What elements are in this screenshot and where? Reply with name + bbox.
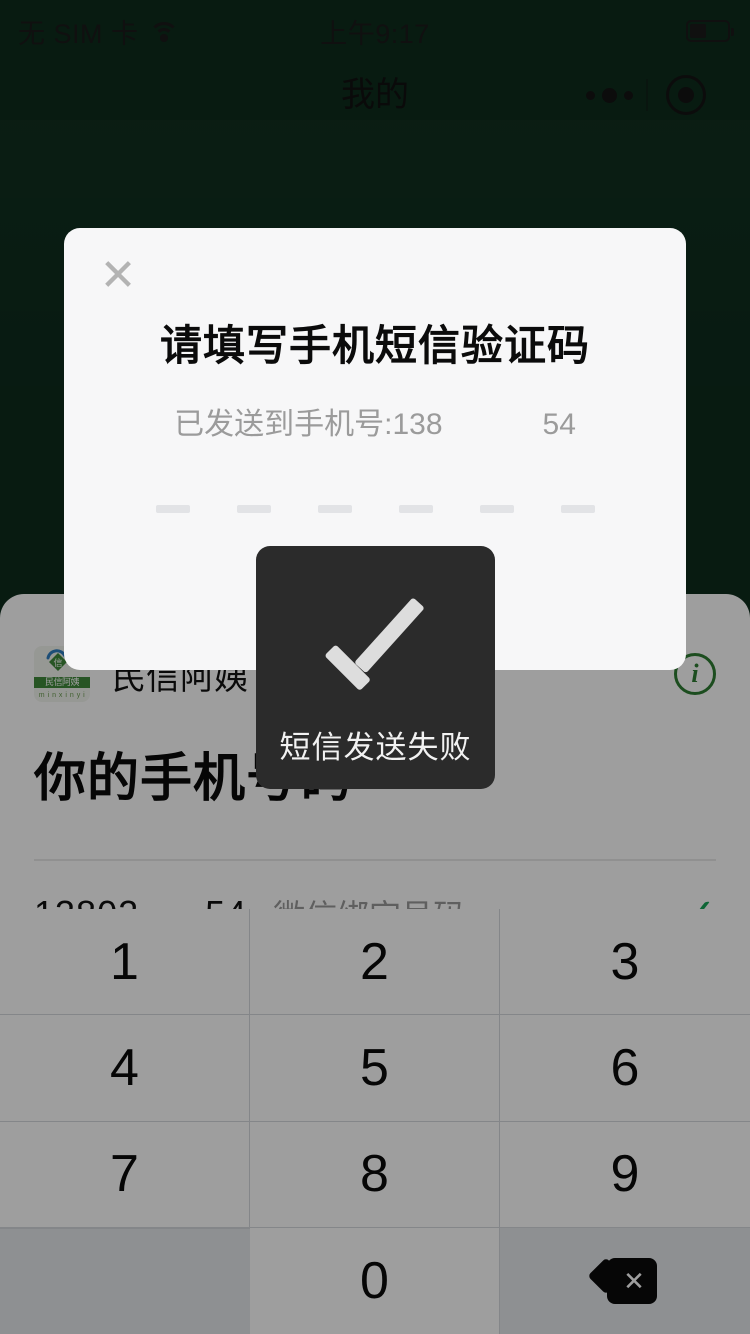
app-screen: 无 SIM 卡 上午9:17 我的 信 民信阿姨 m i n x i n y i… [0,0,750,1334]
toast-message: 短信发送失败 [279,730,472,765]
sms-modal-title: 请填写手机短信验证码 [159,322,590,369]
code-slot-4[interactable] [398,505,433,513]
code-slot-2[interactable] [236,505,271,513]
sms-modal-subtitle: 已发送到手机号:138 54 [174,408,576,441]
code-slot-1[interactable] [155,505,190,513]
check-mark-icon [316,584,436,704]
code-slot-3[interactable] [317,505,352,513]
close-x-icon[interactable]: ✕ [90,248,146,304]
verification-code-input[interactable] [64,505,686,513]
code-slot-5[interactable] [479,505,514,513]
toast-notification: 短信发送失败 [256,546,495,789]
code-slot-6[interactable] [560,505,595,513]
